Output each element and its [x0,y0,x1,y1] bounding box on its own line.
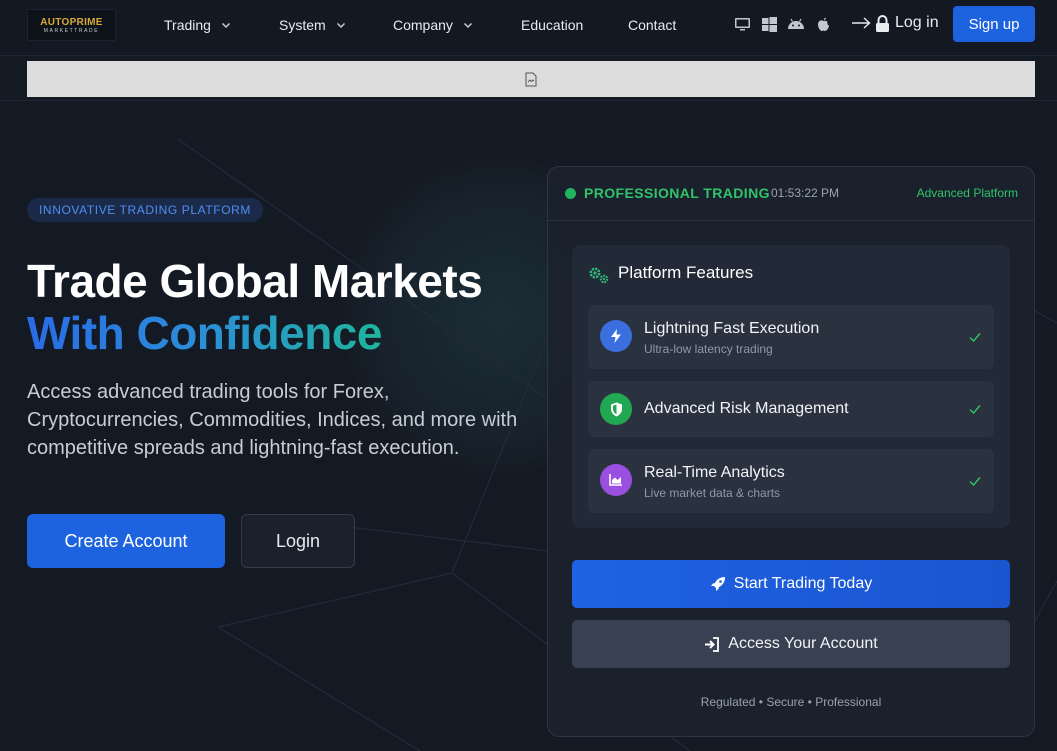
section-divider [0,100,1057,101]
shield-icon [600,393,632,425]
hero-title-line1: Trade Global Markets [27,255,483,307]
feature-name: Advanced Risk Management [644,400,849,417]
features-panel: Platform Features Lightning Fast Executi… [572,245,1010,528]
nav-item-education[interactable]: Education [521,17,583,33]
apple-icon[interactable] [814,15,832,33]
nav-divider [0,55,1057,56]
hero-title-line2: With Confidence [27,307,382,359]
start-trading-button[interactable]: Start Trading Today [572,560,1010,608]
platform-label: Advanced Platform [916,186,1018,200]
access-account-button[interactable]: Access Your Account [572,620,1010,668]
nav-item-system[interactable]: System [279,17,348,33]
create-account-button[interactable]: Create Account [27,514,225,568]
chevron-down-icon [336,22,345,29]
check-icon [969,333,981,343]
nav-item-label: Education [521,17,584,33]
chevron-down-icon [221,22,230,29]
trading-card: PROFESSIONAL TRADING 01:53:22 PM Advance… [547,166,1035,737]
feature-name: Lightning Fast Execution [644,320,820,337]
trust-note: Regulated • Secure • Professional [700,695,882,709]
chevron-down-icon [463,22,472,29]
nav-item-label: Company [393,17,453,33]
feature-subtitle: Ultra-low latency trading [644,342,773,356]
chart-icon [600,464,632,496]
gears-icon [589,267,609,284]
logo[interactable]: AUTOPRIME MARKETTRADE [27,9,116,41]
logo-text: AUTOPRIME [40,16,103,28]
nav-item-label: System [279,17,326,33]
card-header: PROFESSIONAL TRADING 01:53:22 PM Advance… [548,167,1034,221]
hero-lead: Access advanced trading tools for Forex,… [27,381,518,459]
login-arrow-icon [852,17,871,29]
sign-in-icon [705,636,720,652]
bolt-icon [600,320,632,352]
feature-item: Real-Time Analytics Live market data & c… [588,449,994,513]
hero-badge: INNOVATIVE TRADING PLATFORM [27,198,263,222]
nav-item-contact[interactable]: Contact [628,17,676,33]
feature-name: Real-Time Analytics [644,464,785,481]
check-icon [969,477,981,487]
status-dot [565,188,576,199]
navbar: AUTOPRIME MARKETTRADE Trading System Com… [0,0,1057,52]
windows-icon[interactable] [760,15,778,33]
nav-item-trading[interactable]: Trading [164,17,233,33]
access-account-label: Access Your Account [728,635,878,652]
clock-time: 01:53:22 PM [771,186,840,200]
status-label: PROFESSIONAL TRADING [584,185,770,201]
check-icon [969,405,981,415]
login-link[interactable]: Log in [852,14,939,32]
feature-item: Lightning Fast Execution Ultra-low laten… [588,305,994,369]
nav-item-label: Trading [164,17,211,33]
desktop-icon[interactable] [733,15,751,33]
nav-item-label: Contact [628,17,677,33]
platform-icons [733,15,832,33]
logo-subtext: MARKETTRADE [43,27,100,34]
lock-icon [876,14,889,32]
broken-image-icon [525,72,537,86]
rocket-icon [710,577,725,591]
feature-subtitle: Live market data & charts [644,486,781,500]
login-button[interactable]: Login [241,514,355,568]
signup-button[interactable]: Sign up [953,6,1035,42]
start-trading-label: Start Trading Today [733,575,873,592]
feature-item: Advanced Risk Management [588,381,994,437]
login-link-label: Log in [895,14,939,31]
banner-image [27,61,1035,97]
android-icon[interactable] [787,15,805,33]
nav-item-company[interactable]: Company [393,17,475,33]
features-title: Platform Features [618,263,754,282]
